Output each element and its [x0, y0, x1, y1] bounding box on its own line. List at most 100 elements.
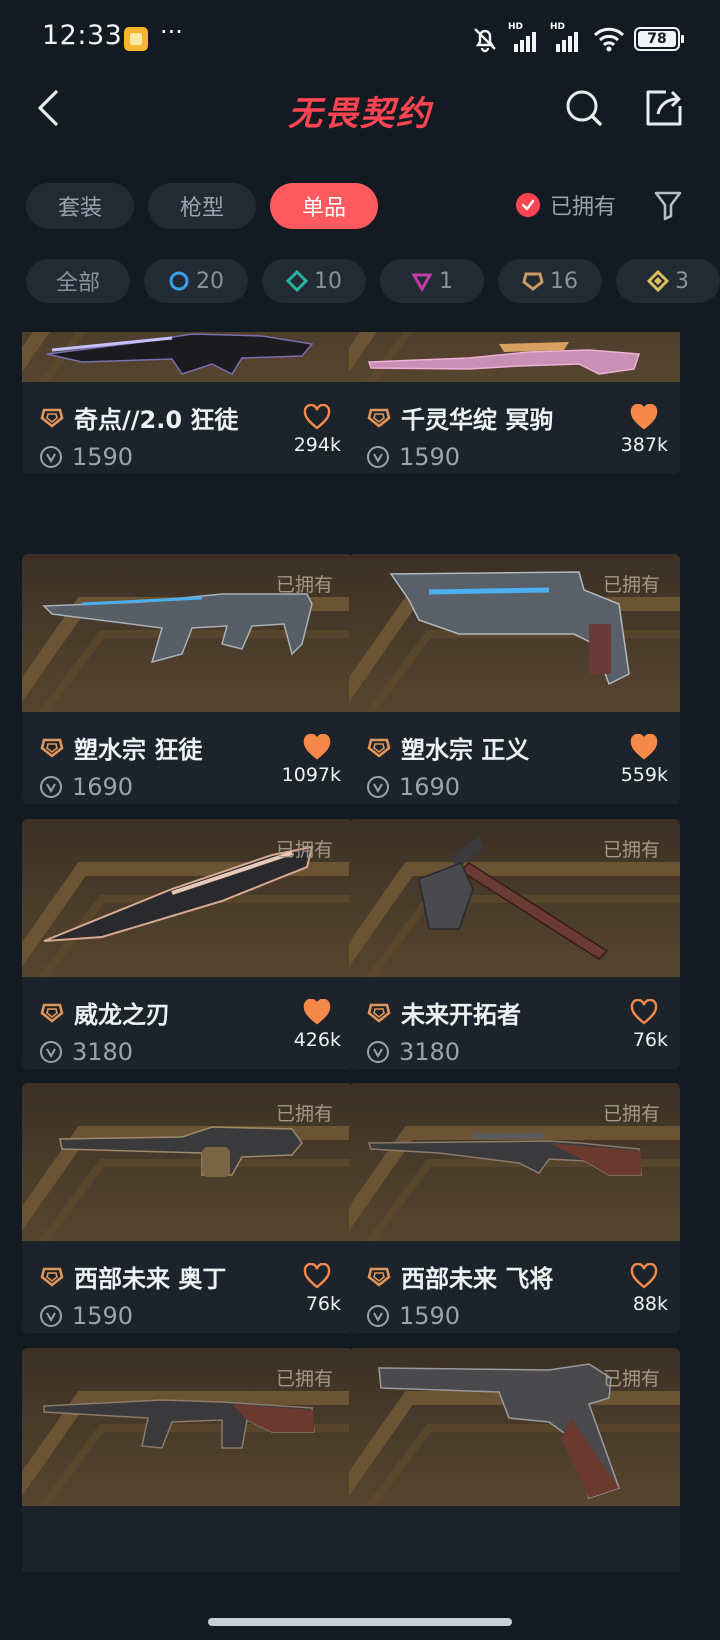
category-tabs: 套装 枪型 单品 [26, 183, 378, 229]
heart-filled-icon[interactable] [630, 734, 658, 760]
skin-price: 1690 [72, 773, 134, 801]
tab-sets[interactable]: 套装 [26, 183, 134, 229]
skin-price: 1590 [72, 1302, 134, 1330]
like-count: 1097k [281, 764, 341, 786]
tier-chip-exclusive[interactable]: 16 [498, 259, 602, 303]
skin-thumbnail: 已拥有 [349, 819, 680, 977]
page-title: 无畏契约 [288, 94, 432, 134]
notification-app-icon [124, 27, 148, 51]
skin-name: 西部未来 飞将 [401, 1265, 554, 1293]
skin-thumbnail: 已拥有 [349, 332, 680, 382]
skin-name: 千灵华绽 冥驹 [401, 406, 554, 434]
status-icons: HD HD 78 [470, 22, 684, 56]
tier-chip-deluxe[interactable]: 10 [262, 259, 366, 303]
heart-filled-icon[interactable] [303, 734, 331, 760]
skin-card[interactable]: 已拥有 [22, 1348, 353, 1572]
heart-icon[interactable] [630, 1263, 658, 1289]
rifle-image [46, 333, 314, 375]
vp-currency-icon [367, 776, 389, 798]
exclusive-tier-icon [367, 1267, 391, 1287]
tier-chip-premium[interactable]: 1 [380, 259, 484, 303]
ultra-tier-icon [647, 270, 669, 292]
status-time: 12:33 [42, 20, 123, 51]
share-icon[interactable] [640, 84, 688, 132]
heart-filled-icon[interactable] [303, 999, 331, 1025]
owned-tag: 已拥有 [275, 1103, 333, 1125]
like-count: 76k [632, 1029, 668, 1051]
owned-filter-toggle[interactable]: 已拥有 [516, 189, 616, 221]
exclusive-tier-icon [367, 738, 391, 758]
app-header: 无畏契约 [0, 78, 720, 140]
skin-card[interactable]: 已拥有 塑水宗 狂徒 1690 1097k [22, 554, 353, 804]
heart-icon[interactable] [630, 999, 658, 1025]
heart-filled-icon[interactable] [630, 404, 658, 430]
sniper-rifle-image [367, 342, 641, 375]
skin-card[interactable]: 已拥有 威龙之刃 3180 426k [22, 819, 353, 1069]
skin-thumbnail: 已拥有 [22, 1083, 353, 1241]
skin-price: 1690 [399, 773, 461, 801]
skin-thumbnail: 已拥有 [22, 819, 353, 977]
owned-tag: 已拥有 [602, 574, 660, 596]
exclusive-tier-icon [40, 1003, 64, 1023]
skin-name: 奇点//2.0 狂徒 [74, 406, 239, 434]
battery-icon: 78 [634, 27, 684, 51]
vp-currency-icon [40, 776, 62, 798]
exclusive-tier-icon [367, 1003, 391, 1023]
skin-thumbnail: 已拥有 [349, 554, 680, 712]
skin-price: 1590 [72, 443, 134, 471]
owned-tag: 已拥有 [275, 574, 333, 596]
skin-card[interactable]: 已拥有 奇点//2.0 狂徒 1590 294k [22, 332, 353, 474]
tab-weapon-types[interactable]: 枪型 [148, 183, 256, 229]
wifi-icon [593, 27, 625, 52]
like-count: 76k [305, 1293, 341, 1315]
skin-card[interactable]: 已拥有 未来开拓者 3180 76k [349, 819, 680, 1069]
skin-card[interactable]: 已拥有 塑水宗 正义 1690 559k [349, 554, 680, 804]
vp-currency-icon [40, 446, 62, 468]
deluxe-tier-icon [286, 270, 308, 292]
skin-card[interactable]: 已拥有 西部未来 奥丁 1590 76k [22, 1083, 353, 1333]
skin-name: 威龙之刃 [74, 1001, 170, 1029]
owned-tag: 已拥有 [602, 839, 660, 861]
owned-tag: 已拥有 [602, 1103, 660, 1125]
status-bar: 12:33 ··· HD HD 78 [0, 0, 720, 78]
tier-chip-ultra[interactable]: 3 [616, 259, 720, 303]
check-circle-icon [516, 193, 540, 217]
tab-single-items[interactable]: 单品 [270, 183, 378, 229]
search-icon[interactable] [560, 84, 608, 132]
vp-currency-icon [40, 1305, 62, 1327]
vp-currency-icon [367, 1305, 389, 1327]
skin-thumbnail: 已拥有 [22, 332, 353, 382]
owned-tag: 已拥有 [602, 1368, 660, 1390]
skin-price: 1590 [399, 1302, 461, 1330]
more-notifications-indicator: ··· [160, 18, 183, 46]
like-count: 88k [632, 1293, 668, 1315]
filter-icon[interactable] [652, 188, 684, 222]
premium-tier-icon [411, 273, 433, 292]
heart-icon[interactable] [303, 1263, 331, 1289]
skin-name: 塑水宗 狂徒 [74, 736, 203, 764]
like-count: 387k [620, 434, 668, 456]
skin-grid: 已拥有 奇点//2.0 狂徒 1590 294k 已拥有 千灵华绽 冥驹 159… [0, 332, 720, 1572]
heart-icon[interactable] [303, 404, 331, 430]
skin-card[interactable]: 已拥有 千灵华绽 冥驹 1590 387k [349, 332, 680, 474]
exclusive-tier-icon [40, 1267, 64, 1287]
like-count: 426k [293, 1029, 341, 1051]
tier-filter-row: 全部 20 10 1 16 3 [26, 259, 720, 303]
exclusive-tier-icon [40, 408, 64, 428]
skin-price: 3180 [399, 1038, 461, 1066]
skin-name: 塑水宗 正义 [401, 736, 530, 764]
tier-chip-all[interactable]: 全部 [26, 259, 130, 303]
vp-currency-icon [367, 446, 389, 468]
signal-1-icon: HD [508, 22, 542, 54]
skin-card[interactable]: 已拥有 西部未来 飞将 1590 88k [349, 1083, 680, 1333]
tier-chip-select[interactable]: 20 [144, 259, 248, 303]
skin-thumbnail: 已拥有 [22, 554, 353, 712]
owned-tag: 已拥有 [275, 1368, 333, 1390]
home-indicator[interactable] [208, 1618, 512, 1626]
skin-thumbnail: 已拥有 [22, 1348, 353, 1506]
skin-name: 西部未来 奥丁 [74, 1265, 227, 1293]
skin-thumbnail: 已拥有 [349, 1348, 680, 1506]
exclusive-tier-icon [367, 408, 391, 428]
skin-name: 未来开拓者 [401, 1001, 521, 1029]
skin-card[interactable]: 已拥有 [349, 1348, 680, 1572]
